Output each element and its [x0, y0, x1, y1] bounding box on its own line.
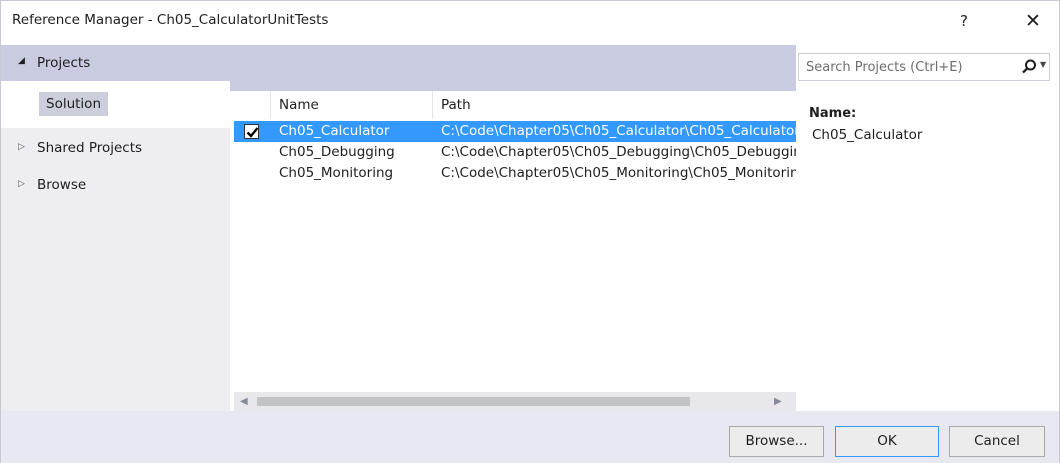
table-row[interactable]: Ch05_Monitoring C:\Code\Chapter05\Ch05_M…	[234, 163, 796, 184]
cancel-button[interactable]: Cancel	[949, 426, 1045, 457]
detail-name-value: Ch05_Calculator	[812, 127, 923, 143]
column-header-path[interactable]: Path	[433, 91, 796, 119]
column-header-path-label: Path	[441, 97, 471, 113]
row-path: C:\Code\Chapter05\Ch05_Calculator\Ch05_C…	[441, 123, 796, 139]
collapsed-triangle-icon: ▷	[18, 179, 25, 189]
nav-item-shared-projects[interactable]: ▷ Shared Projects	[1, 135, 230, 165]
project-list: Name Path Ch05_Calculator C:\Code\Chapte…	[234, 91, 796, 392]
search-box[interactable]: Search Projects (Ctrl+E) ▼	[798, 53, 1050, 81]
row-name: Ch05_Monitoring	[279, 165, 394, 181]
detail-name-label: Name:	[809, 106, 857, 121]
horizontal-scrollbar[interactable]: ◀ ▶	[234, 392, 796, 411]
checkmark-icon	[246, 127, 259, 138]
window-title: Reference Manager - Ch05_CalculatorUnitT…	[12, 12, 329, 28]
table-row[interactable]: Ch05_Calculator C:\Code\Chapter05\Ch05_C…	[234, 121, 796, 142]
reference-manager-dialog: Reference Manager - Ch05_CalculatorUnitT…	[0, 0, 1060, 463]
row-path: C:\Code\Chapter05\Ch05_Monitoring\Ch05_M…	[441, 165, 796, 181]
details-panel: Search Projects (Ctrl+E) ▼ Name: Ch05_Ca…	[796, 45, 1059, 411]
column-header-check[interactable]	[234, 91, 271, 119]
dialog-footer: Browse... OK Cancel	[1, 411, 1059, 463]
search-options-dropdown-icon[interactable]: ▼	[1040, 60, 1046, 69]
title-bar: Reference Manager - Ch05_CalculatorUnitT…	[1, 1, 1059, 41]
nav-item-browse[interactable]: ▷ Browse	[1, 172, 230, 202]
nav-item-label: Browse	[37, 177, 87, 193]
ok-button[interactable]: OK	[835, 426, 939, 457]
nav-item-label: Shared Projects	[37, 140, 143, 156]
help-button[interactable]: ?	[951, 7, 977, 35]
nav-projects-label: Projects	[37, 55, 91, 71]
column-header-name-label: Name	[279, 97, 319, 113]
row-name: Ch05_Calculator	[279, 123, 390, 139]
list-toolbar-strip	[230, 45, 796, 91]
row-path: C:\Code\Chapter05\Ch05_Debugging\Ch05_De…	[441, 144, 796, 160]
row-name: Ch05_Debugging	[279, 144, 395, 160]
scroll-left-arrow-icon[interactable]: ◀	[240, 396, 248, 407]
left-navigation: ◢ Projects Solution ▷ Shared Projects ▷ …	[1, 45, 230, 411]
nav-item-solution[interactable]: Solution	[39, 92, 108, 116]
row-checkbox[interactable]	[244, 124, 259, 139]
table-row[interactable]: Ch05_Debugging C:\Code\Chapter05\Ch05_De…	[234, 142, 796, 163]
nav-subitem-row: Solution	[1, 81, 230, 128]
scroll-right-arrow-icon[interactable]: ▶	[774, 396, 782, 407]
column-header-name[interactable]: Name	[271, 91, 433, 119]
nav-item-projects[interactable]: ◢ Projects	[1, 45, 230, 81]
expanded-triangle-icon: ◢	[18, 56, 25, 66]
search-input[interactable]: Search Projects (Ctrl+E)	[806, 60, 963, 75]
browse-button[interactable]: Browse...	[729, 426, 824, 457]
close-button[interactable]: ✕	[1018, 7, 1048, 35]
search-icon[interactable]	[1020, 58, 1038, 76]
scrollbar-thumb[interactable]	[257, 397, 690, 406]
collapsed-triangle-icon: ▷	[18, 142, 25, 152]
